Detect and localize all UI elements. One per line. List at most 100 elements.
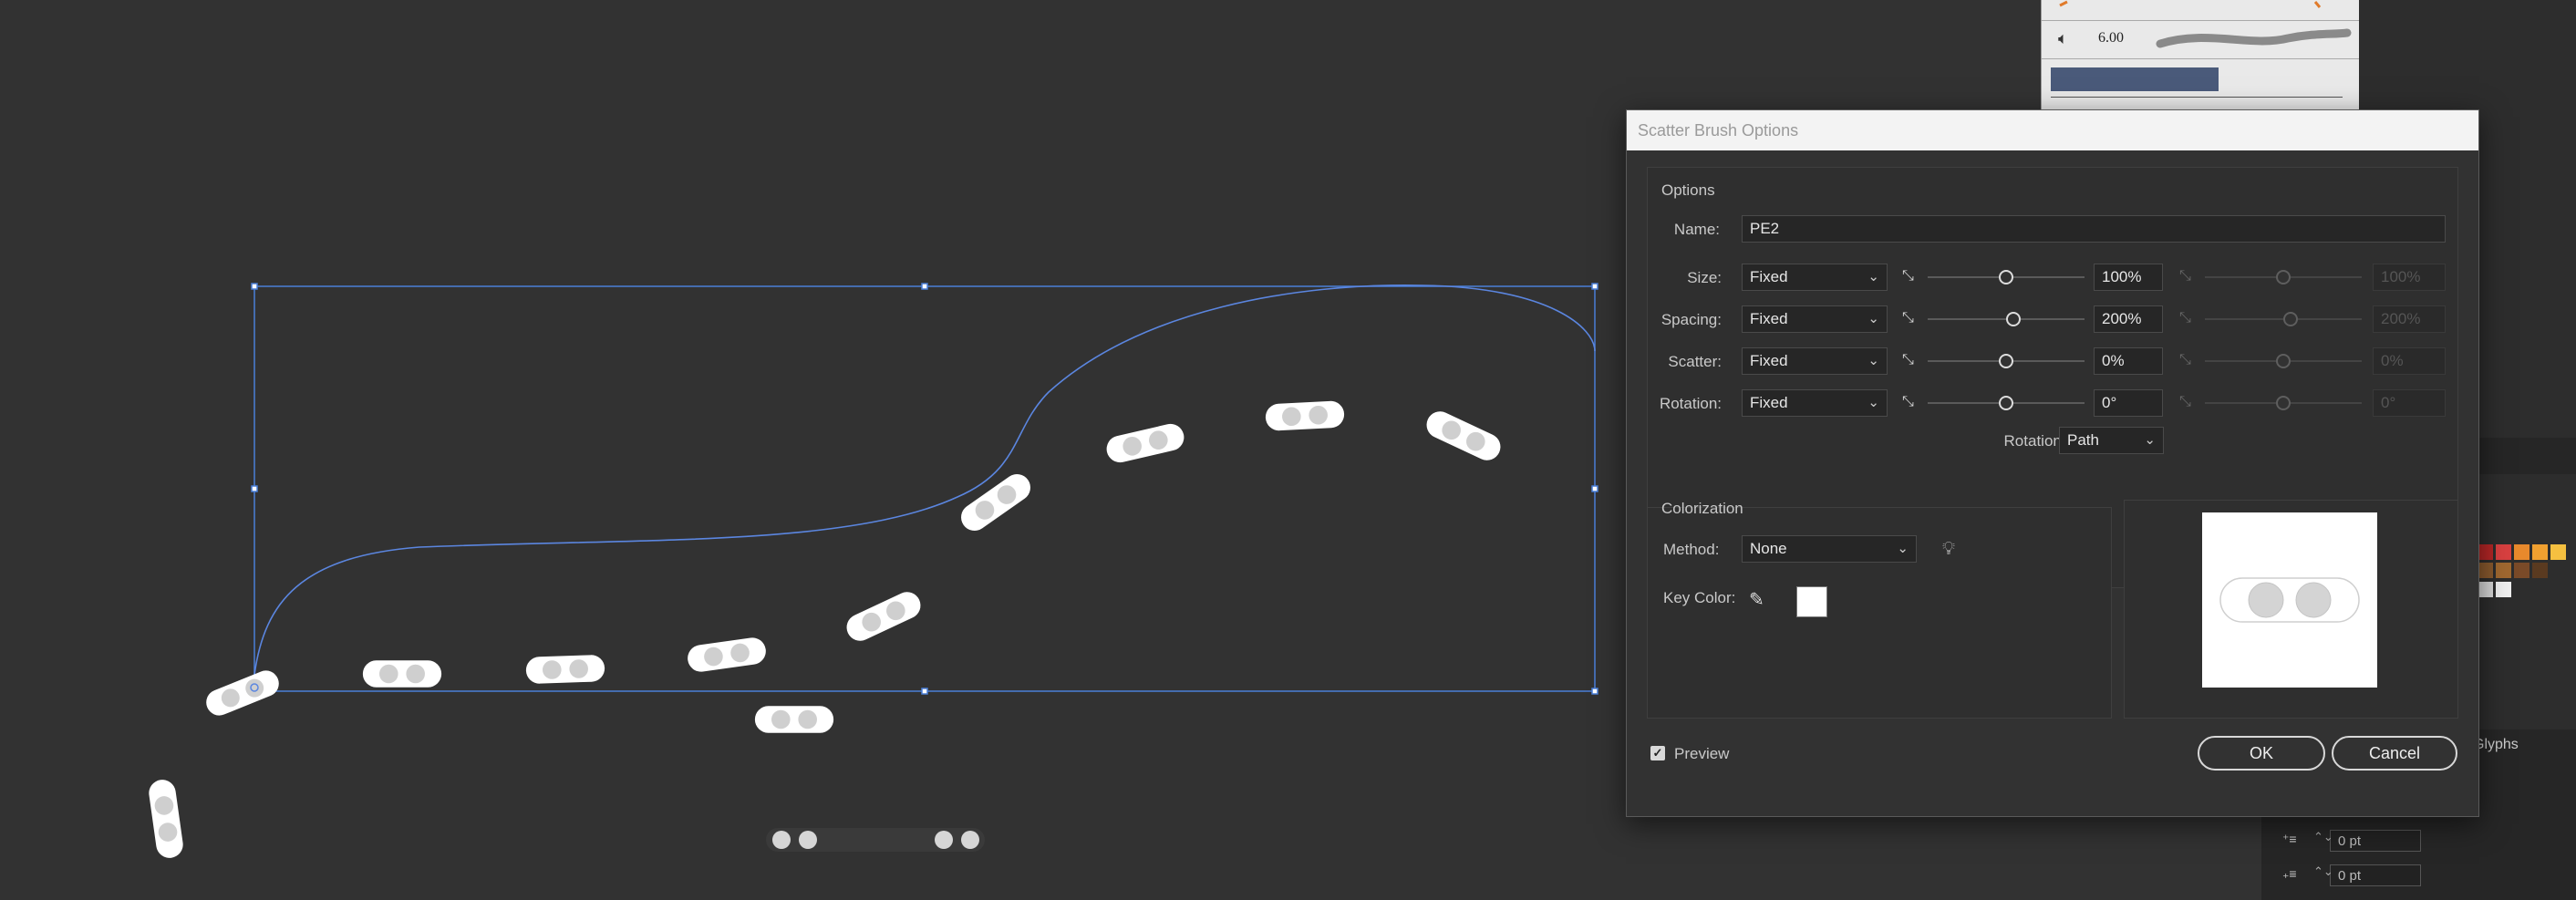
- pressure-icon[interactable]: ⤡: [1902, 310, 1914, 326]
- color-swatch[interactable]: [2514, 544, 2529, 560]
- pressure-icon: ⤡: [2179, 394, 2191, 409]
- color-swatch[interactable]: [2550, 544, 2566, 560]
- brush-stroke-preview-dot: [935, 831, 953, 849]
- slider-knob[interactable]: [1999, 396, 2013, 410]
- method-value: None: [1750, 540, 1787, 557]
- tips-lightbulb-icon[interactable]: 💡︎: [1942, 539, 1955, 560]
- slider-knob[interactable]: [1999, 354, 2013, 368]
- pattern-brush-swatch: [2051, 67, 2219, 91]
- art-brush-swatch: [2059, 0, 2322, 8]
- color-swatch[interactable]: [2478, 582, 2493, 597]
- size-value-input[interactable]: 100%: [2094, 264, 2163, 291]
- ok-button[interactable]: OK: [2198, 736, 2325, 771]
- chevron-down-icon: ⌄: [2144, 432, 2156, 448]
- preview-checkbox[interactable]: ✓: [1650, 746, 1665, 760]
- selection-handle-bottom-right[interactable]: [1591, 688, 1598, 695]
- size-max-slider: [2205, 270, 2362, 284]
- color-swatch[interactable]: [2532, 563, 2548, 578]
- selection-handle-top-left[interactable]: [251, 283, 258, 290]
- scatter-brush-object: [754, 706, 834, 733]
- name-label: Name:: [1673, 221, 1720, 238]
- spacing-slider[interactable]: [1928, 312, 2085, 326]
- color-swatch[interactable]: [2496, 544, 2511, 560]
- pressure-icon[interactable]: ⤡: [1902, 352, 1914, 368]
- brush-preview-canvas: [2202, 512, 2377, 688]
- pressure-icon: ⤡: [2179, 310, 2191, 326]
- slider-knob[interactable]: [1999, 270, 2013, 284]
- brush-preview-art: [2219, 577, 2360, 623]
- name-input[interactable]: PE2: [1742, 215, 2446, 243]
- slider-knob: [2276, 396, 2291, 410]
- selection-bounding-box[interactable]: [253, 285, 1596, 692]
- scatter-brush-object: [842, 587, 926, 646]
- rotation-label: Rotation:: [1659, 395, 1722, 412]
- method-select[interactable]: None ⌄: [1742, 535, 1917, 563]
- pressure-icon: ⤡: [2179, 352, 2191, 367]
- brushes-panel: 🔈︎ 6.00: [2041, 0, 2359, 109]
- space-before-field[interactable]: 0 pt: [2330, 830, 2421, 852]
- scatter-method-select[interactable]: Fixed ⌄: [1742, 347, 1888, 375]
- slider-knob[interactable]: [2005, 312, 2021, 326]
- scatter-brush-object: [525, 654, 605, 685]
- rotation-method-select[interactable]: Fixed ⌄: [1742, 389, 1888, 417]
- size-method-select[interactable]: Fixed ⌄: [1742, 264, 1888, 291]
- spacing-value-input[interactable]: 200%: [2094, 305, 2163, 333]
- brush-row-pattern[interactable]: [2042, 60, 2359, 108]
- brush-stroke-preview-dot: [961, 831, 979, 849]
- size-method-value: Fixed: [1750, 268, 1788, 285]
- rotation-value-input[interactable]: 0°: [2094, 389, 2163, 417]
- stepper-icon[interactable]: ⌃⌄: [2313, 864, 2333, 879]
- slider-knob: [2276, 270, 2291, 284]
- brush-row-calligraphic[interactable]: 🔈︎ 6.00: [2042, 20, 2359, 59]
- key-color-swatch[interactable]: [1796, 586, 1827, 617]
- dialog-title[interactable]: Scatter Brush Options: [1627, 110, 2478, 150]
- scatter-value-input[interactable]: 0%: [2094, 347, 2163, 375]
- size-max-value-input: 100%: [2373, 264, 2446, 291]
- selection-handle-top-right[interactable]: [1591, 283, 1598, 290]
- scatter-label: Scatter:: [1668, 353, 1722, 370]
- spacing-method-select[interactable]: Fixed ⌄: [1742, 305, 1888, 333]
- pressure-icon[interactable]: ⤡: [1902, 394, 1914, 410]
- rotation-relative-select[interactable]: Path ⌄: [2059, 427, 2164, 454]
- selection-handle-middle-left[interactable]: [251, 485, 258, 492]
- chevron-down-icon: ⌄: [1867, 353, 1879, 368]
- brush-row-art[interactable]: [2042, 0, 2359, 21]
- stepper-icon[interactable]: ⌃⌄: [2313, 830, 2333, 844]
- color-swatch[interactable]: [2514, 563, 2529, 578]
- color-swatch[interactable]: [2478, 563, 2493, 578]
- space-after-field[interactable]: 0 pt: [2330, 864, 2421, 886]
- key-color-label: Key Color:: [1663, 589, 1736, 606]
- tab-glyphs[interactable]: Glyphs: [2473, 737, 2519, 753]
- scatter-brush-object: [362, 660, 442, 688]
- size-slider[interactable]: [1928, 270, 2085, 284]
- color-swatch[interactable]: [2478, 544, 2493, 560]
- chevron-down-icon: ⌄: [1867, 311, 1879, 326]
- space-before-icon: ⁺≡: [2282, 832, 2297, 846]
- scatter-brush-object: [686, 636, 768, 674]
- spacing-method-value: Fixed: [1750, 310, 1788, 327]
- scatter-brush-object: [956, 469, 1036, 536]
- calligraphic-brush-stroke: [2156, 28, 2352, 48]
- rotation-slider[interactable]: [1928, 396, 2085, 410]
- brush-stroke-preview-dot: [772, 831, 791, 849]
- scatter-brush-object: [1422, 407, 1505, 465]
- color-swatch[interactable]: [2496, 563, 2511, 578]
- scatter-brush-object: [1103, 420, 1187, 466]
- stroke-weight: 6.00: [2098, 30, 2124, 46]
- scatter-brush-object: [1265, 400, 1345, 431]
- scatter-slider[interactable]: [1928, 354, 2085, 368]
- color-swatch[interactable]: [2532, 544, 2548, 560]
- spacing-label: Spacing:: [1660, 311, 1722, 328]
- color-swatch[interactable]: [2496, 582, 2511, 597]
- selection-handle-bottom-center[interactable]: [921, 688, 928, 695]
- rotation-relative-value: Path: [2067, 431, 2099, 449]
- selection-handle-top-center[interactable]: [921, 283, 928, 290]
- pressure-icon[interactable]: ⤡: [1902, 268, 1914, 284]
- preview-label[interactable]: Preview: [1674, 745, 1729, 763]
- cancel-button[interactable]: Cancel: [2332, 736, 2457, 771]
- pressure-icon: ⤡: [2179, 268, 2191, 284]
- selection-handle-middle-right[interactable]: [1591, 485, 1598, 492]
- eyedropper-icon[interactable]: ✎: [1749, 588, 1764, 611]
- brush-path[interactable]: [253, 284, 1596, 676]
- options-group-label: Options: [1661, 181, 1715, 199]
